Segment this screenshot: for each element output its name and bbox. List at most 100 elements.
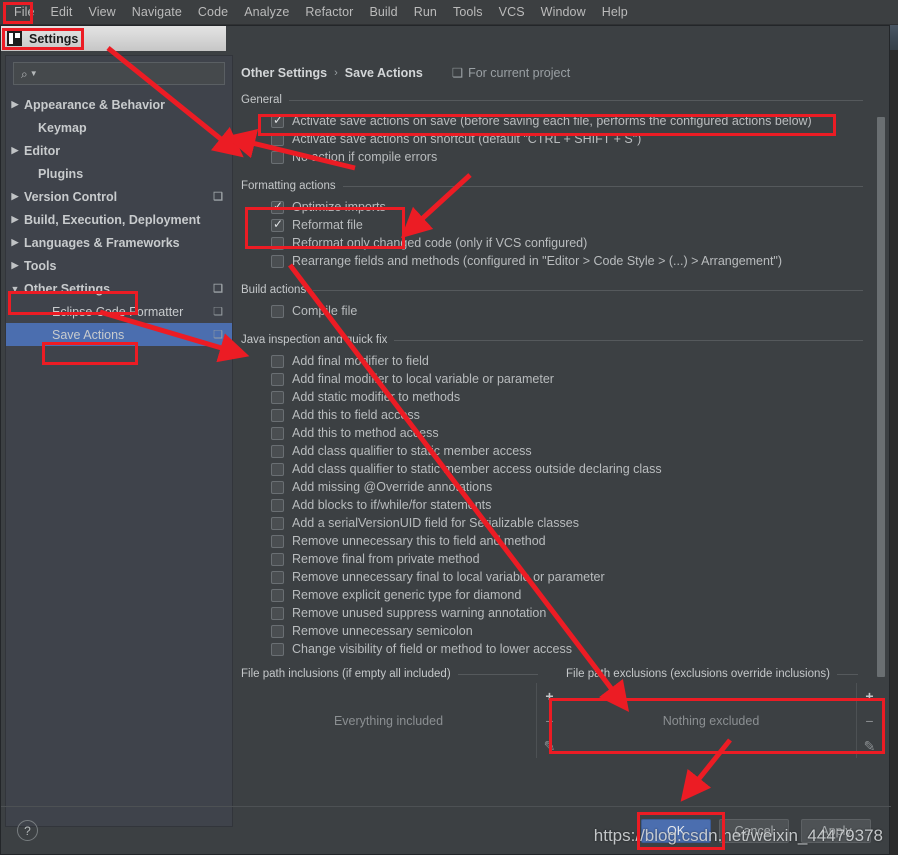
sidebar-item-label: Tools xyxy=(24,258,57,273)
checkbox-checked-icon[interactable] xyxy=(271,217,284,232)
menu-item-navigate[interactable]: Navigate xyxy=(124,3,190,21)
checkbox-row[interactable]: Compile file xyxy=(271,302,887,320)
checkbox-row[interactable]: Add this to field access xyxy=(271,406,887,424)
menu-item-edit[interactable]: Edit xyxy=(43,3,81,21)
checkbox-unchecked-icon[interactable] xyxy=(271,254,284,268)
checkbox-unchecked-icon[interactable] xyxy=(271,390,284,404)
checkbox-row[interactable]: Remove unnecessary semicolon xyxy=(271,622,887,640)
chevron-down-icon[interactable]: ▼ xyxy=(6,284,24,294)
checkbox-row[interactable]: Add static modifier to methods xyxy=(271,388,887,406)
chevron-right-icon[interactable]: ▶ xyxy=(6,99,24,110)
copy-icon: ❏ xyxy=(213,283,223,295)
checkbox-row[interactable]: Remove unnecessary this to field and met… xyxy=(271,532,887,550)
menu-item-view[interactable]: View xyxy=(81,3,124,21)
checkbox-row[interactable]: Add class qualifier to static member acc… xyxy=(271,460,887,478)
checkbox-unchecked-icon[interactable] xyxy=(271,408,284,422)
checkbox-row[interactable]: Add blocks to if/while/for statements xyxy=(271,496,887,514)
checkbox-row[interactable]: Add a serialVersionUID field for Seriali… xyxy=(271,514,887,532)
checkbox-row[interactable]: No action if compile errors xyxy=(271,148,887,166)
menu-item-vcs[interactable]: VCS xyxy=(491,3,533,21)
checkbox-unchecked-icon[interactable] xyxy=(271,236,284,250)
checkbox-unchecked-icon[interactable] xyxy=(271,588,284,602)
checkbox-unchecked-icon[interactable] xyxy=(271,642,284,656)
checkbox-row[interactable]: Reformat only changed code (only if VCS … xyxy=(271,234,887,252)
sidebar-item-save-actions[interactable]: Save Actions ❏ xyxy=(6,323,232,346)
section-build: Build actions Compile file xyxy=(237,284,887,320)
menu-item-help[interactable]: Help xyxy=(594,3,636,21)
checkbox-row[interactable]: Add class qualifier to static member acc… xyxy=(271,442,887,460)
checkbox-row[interactable]: Activate save actions on save (before sa… xyxy=(271,112,887,130)
checkbox-row[interactable]: Add final modifier to local variable or … xyxy=(271,370,887,388)
edit-exclusion-button[interactable]: ✎ xyxy=(864,739,876,753)
chevron-right-icon[interactable]: ▶ xyxy=(6,191,24,202)
checkbox-row[interactable]: Change visibility of field or method to … xyxy=(271,640,887,658)
sidebar-item-appearance-behavior[interactable]: ▶ Appearance & Behavior xyxy=(6,93,232,116)
menu-item-tools[interactable]: Tools xyxy=(445,3,491,21)
checkbox-row[interactable]: Rearrange fields and methods (configured… xyxy=(271,252,887,270)
checkbox-unchecked-icon[interactable] xyxy=(271,480,284,494)
add-exclusion-button[interactable]: + xyxy=(865,689,873,703)
checkbox-unchecked-icon[interactable] xyxy=(271,444,284,458)
checkbox-row[interactable]: Remove explicit generic type for diamond xyxy=(271,586,887,604)
remove-inclusion-button[interactable]: − xyxy=(545,714,553,728)
checkbox-row[interactable]: Add final modifier to field xyxy=(271,352,887,370)
search-box[interactable]: ⌕ ▼ xyxy=(13,62,225,85)
checkbox-unchecked-icon[interactable] xyxy=(271,552,284,566)
menu-item-file[interactable]: File xyxy=(6,3,43,21)
section-header: Build actions xyxy=(241,284,887,296)
checkbox-unchecked-icon[interactable] xyxy=(271,462,284,476)
settings-dialog: Settings ⌕ ▼ ▶ Appearance & Behavior Keyma… xyxy=(0,25,891,855)
sidebar-item-tools[interactable]: ▶ Tools xyxy=(6,254,232,277)
content-scrollbar[interactable] xyxy=(876,81,885,721)
add-inclusion-button[interactable]: + xyxy=(545,689,553,703)
checkbox-checked-icon[interactable] xyxy=(271,113,284,128)
checkbox-unchecked-icon[interactable] xyxy=(271,304,284,318)
sidebar-item-eclipse-code-formatter[interactable]: Eclipse Code Formatter ❏ xyxy=(6,300,232,323)
checkbox-unchecked-icon[interactable] xyxy=(271,624,284,638)
checkbox-row[interactable]: Remove unnecessary final to local variab… xyxy=(271,568,887,586)
checkbox-unchecked-icon[interactable] xyxy=(271,516,284,530)
remove-exclusion-button[interactable]: − xyxy=(865,714,873,728)
menu-item-code[interactable]: Code xyxy=(190,3,236,21)
search-icon: ⌕ xyxy=(21,66,28,81)
sidebar-item-other-settings[interactable]: ▼ Other Settings ❏ xyxy=(6,277,232,300)
sidebar-item-build-execution-deployment[interactable]: ▶ Build, Execution, Deployment xyxy=(6,208,232,231)
sidebar-item-plugins[interactable]: Plugins xyxy=(6,162,232,185)
chevron-right-icon[interactable]: ▶ xyxy=(6,145,24,156)
checkbox-row[interactable]: Remove unused suppress warning annotatio… xyxy=(271,604,887,622)
checkbox-row[interactable]: Remove final from private method xyxy=(271,550,887,568)
chevron-right-icon[interactable]: ▶ xyxy=(6,237,24,248)
chevron-right-icon[interactable]: ▶ xyxy=(6,260,24,271)
help-button[interactable]: ? xyxy=(17,820,38,841)
checkbox-row[interactable]: Optimize imports xyxy=(271,198,887,216)
menu-item-refactor[interactable]: Refactor xyxy=(297,3,361,21)
checkbox-unchecked-icon[interactable] xyxy=(271,606,284,620)
checkbox-row[interactable]: Add missing @Override annotations xyxy=(271,478,887,496)
checkbox-unchecked-icon[interactable] xyxy=(271,498,284,512)
checkbox-label: Reformat only changed code (only if VCS … xyxy=(292,236,588,250)
checkbox-unchecked-icon[interactable] xyxy=(271,534,284,548)
menu-item-window[interactable]: Window xyxy=(533,3,594,21)
checkbox-unchecked-icon[interactable] xyxy=(271,150,284,164)
menu-item-run[interactable]: Run xyxy=(406,3,445,21)
checkbox-row[interactable]: Reformat file xyxy=(271,216,887,234)
checkbox-unchecked-icon[interactable] xyxy=(271,354,284,368)
edit-inclusion-button[interactable]: ✎ xyxy=(544,739,556,753)
checkbox-unchecked-icon[interactable] xyxy=(271,570,284,584)
sidebar-item-version-control[interactable]: ▶ Version Control ❏ xyxy=(6,185,232,208)
scrollbar-thumb[interactable] xyxy=(877,117,885,677)
sidebar-item-keymap[interactable]: Keymap xyxy=(6,116,232,139)
menu-item-analyze[interactable]: Analyze xyxy=(236,3,297,21)
sidebar-item-editor[interactable]: ▶ Editor xyxy=(6,139,232,162)
sidebar-item-languages-frameworks[interactable]: ▶ Languages & Frameworks xyxy=(6,231,232,254)
checkbox-row[interactable]: Add this to method access xyxy=(271,424,887,442)
checkbox-unchecked-icon[interactable] xyxy=(271,372,284,386)
checkbox-unchecked-icon[interactable] xyxy=(271,132,284,146)
checkbox-checked-icon[interactable] xyxy=(271,199,284,214)
breadcrumb-root[interactable]: Other Settings xyxy=(241,66,327,80)
chevron-right-icon[interactable]: ▶ xyxy=(6,214,24,225)
checkbox-label: Add class qualifier to static member acc… xyxy=(292,462,662,476)
menu-item-build[interactable]: Build xyxy=(361,3,405,21)
checkbox-unchecked-icon[interactable] xyxy=(271,426,284,440)
checkbox-row[interactable]: Activate save actions on shortcut (defau… xyxy=(271,130,887,148)
